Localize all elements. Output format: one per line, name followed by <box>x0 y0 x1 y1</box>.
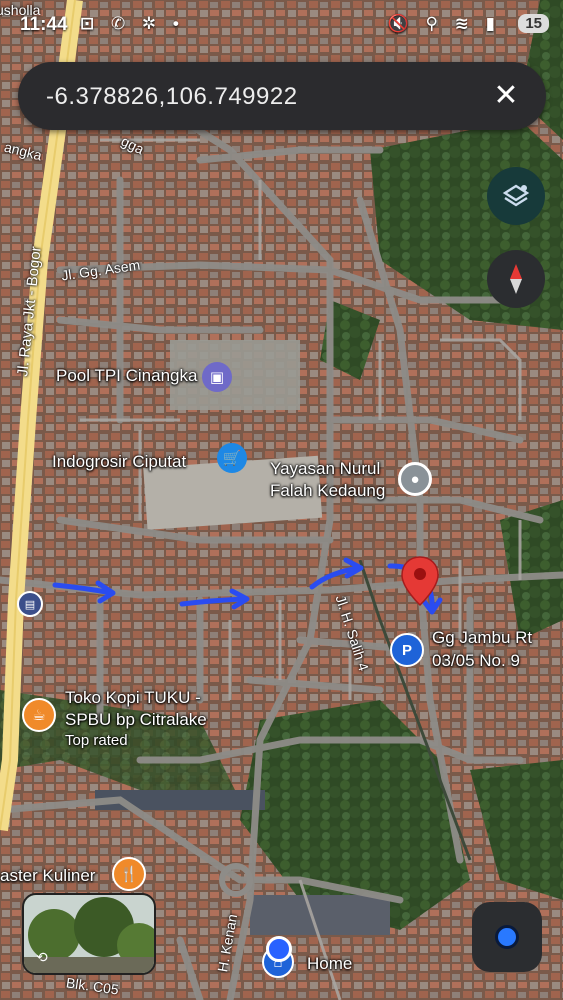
poi-label-yayasan-1[interactable]: Yayasan Nurul <box>270 459 380 479</box>
notification-icons: ⊡ ✆ ✲ • <box>80 14 185 33</box>
search-bar[interactable]: -6.378826,106.749922 ✕ <box>18 62 546 130</box>
battery-badge: 15 <box>518 14 549 33</box>
poi-label-home[interactable]: Home <box>307 954 352 974</box>
poi-label-toko-1[interactable]: Toko Kopi TUKU - <box>65 688 201 708</box>
poi-label-indogrosir[interactable]: Indogrosir Ciputat <box>52 452 186 472</box>
street-view-thumbnail[interactable]: ⟲ <box>22 893 156 975</box>
bus-stop-icon[interactable]: ▤ <box>17 591 43 617</box>
my-location-button[interactable] <box>472 902 542 972</box>
status-bar: 11:44 ⊡ ✆ ✲ • 🔇 ⚲ ≋ ▮ 15 <box>0 0 563 50</box>
road-label-musholla: usholla <box>0 2 41 18</box>
system-icons: 🔇 ⚲ ≋ ▮ <box>387 14 501 33</box>
place-icon[interactable]: ● <box>398 462 432 496</box>
poi-label-gg-jambu-2[interactable]: 03/05 No. 9 <box>432 651 520 671</box>
poi-label-kuliner[interactable]: aster Kuliner <box>0 866 95 886</box>
rotate-360-icon: ⟲ <box>36 949 48 965</box>
poi-label-gg-jambu-1[interactable]: Gg Jambu Rt <box>432 628 532 648</box>
close-icon[interactable]: ✕ <box>488 78 524 114</box>
poi-label-yayasan-2[interactable]: Falah Kedaung <box>270 481 385 501</box>
red-location-pin-icon[interactable] <box>400 555 440 607</box>
shopping-cart-icon[interactable]: 🛒 <box>217 443 247 473</box>
restaurant-icon[interactable]: 🍴 <box>112 857 146 891</box>
location-target-icon <box>495 925 519 949</box>
bus-station-icon[interactable]: ▣ <box>202 362 232 392</box>
poi-label-toko-2[interactable]: SPBU bp Citralake <box>65 710 207 730</box>
layers-icon <box>502 184 530 207</box>
poi-label-pool[interactable]: Pool TPI Cinangka <box>56 366 197 386</box>
layers-button[interactable] <box>487 167 545 225</box>
current-location-dot <box>266 936 292 962</box>
poi-badge-top-rated: Top rated <box>65 732 128 749</box>
parking-icon[interactable]: P <box>390 633 424 667</box>
coordinates-text[interactable]: -6.378826,106.749922 <box>46 83 298 111</box>
compass-button[interactable] <box>487 250 545 308</box>
coffee-cup-icon[interactable]: ☕ <box>22 698 56 732</box>
compass-icon <box>510 264 522 294</box>
